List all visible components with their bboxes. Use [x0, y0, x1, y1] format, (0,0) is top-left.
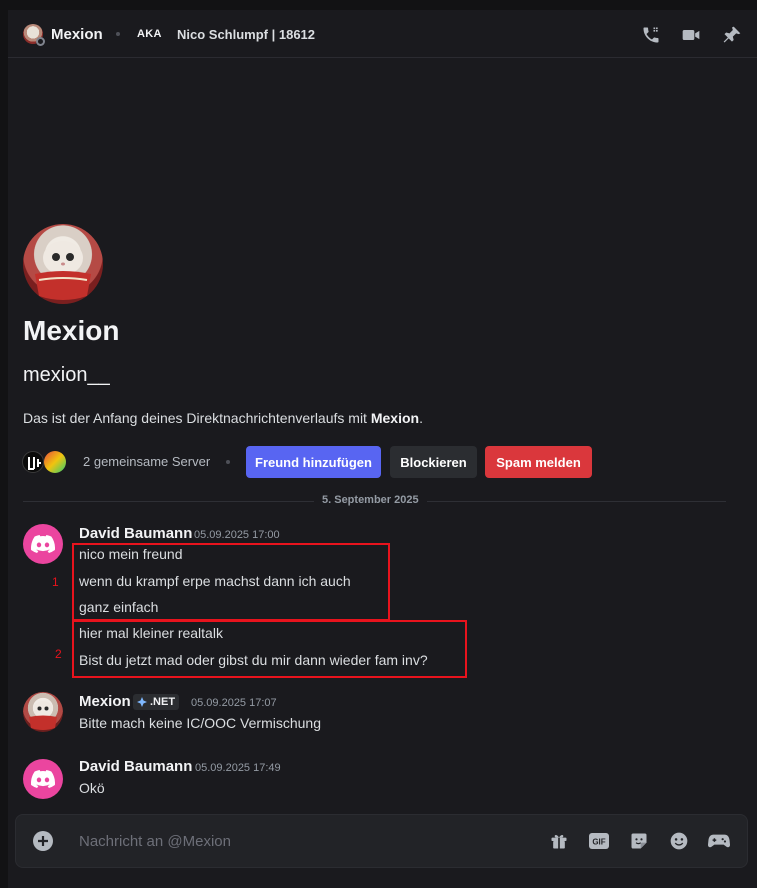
dm-start-prefix: Das ist der Anfang deines Direktnachrich… [23, 410, 371, 426]
emoji-icon[interactable] [668, 830, 690, 852]
gamepad-icon[interactable] [708, 830, 730, 852]
avatar[interactable] [23, 524, 63, 564]
annotation-box-2 [72, 620, 467, 678]
dm-start-text: Das ist der Anfang deines Direktnachrich… [23, 410, 423, 426]
aka-label: AKA [137, 28, 162, 40]
server-tag[interactable]: .NET [133, 694, 180, 710]
annotation-number-1: 1 [52, 575, 59, 589]
video-camera-icon[interactable] [680, 24, 702, 46]
message-timestamp: 05.09.2025 17:49 [195, 762, 281, 774]
message-text: Okö [79, 780, 105, 796]
server-icon-1[interactable] [22, 451, 44, 473]
avatar[interactable] [23, 759, 63, 799]
gif-label: GIF [592, 838, 605, 847]
header-username[interactable]: Mexion [51, 26, 103, 43]
window-top-strip [0, 0, 757, 10]
phone-icon[interactable] [640, 24, 662, 46]
discord-logo-icon [31, 535, 55, 553]
attach-plus-icon[interactable] [33, 831, 53, 851]
annotation-number-2: 2 [55, 647, 62, 661]
dm-start-suffix: . [419, 410, 423, 426]
profile-username: mexion__ [23, 364, 110, 386]
add-friend-button[interactable]: Freund hinzufügen [246, 446, 381, 478]
sidebar-edge [0, 10, 8, 888]
message-author[interactable]: David Baumann [79, 525, 192, 542]
channel-header: Mexion AKA Nico Schlumpf | 18612 [8, 10, 757, 58]
report-spam-button[interactable]: Spam melden [485, 446, 592, 478]
server-tag-icon [137, 697, 147, 707]
discord-logo-icon [31, 770, 55, 788]
profile-avatar[interactable] [23, 224, 103, 304]
sticker-icon[interactable] [628, 830, 650, 852]
message-author[interactable]: David Baumann [79, 758, 192, 775]
separator-dot [226, 460, 230, 464]
message-timestamp: 05.09.2025 17:00 [194, 529, 280, 541]
block-button[interactable]: Blockieren [390, 446, 477, 478]
message-timestamp: 05.09.2025 17:07 [191, 697, 277, 709]
header-alias: Nico Schlumpf | 18612 [177, 27, 316, 42]
profile-display-name: Mexion [23, 315, 120, 346]
gift-icon[interactable] [548, 830, 570, 852]
header-separator [116, 32, 120, 36]
annotation-box-1 [72, 543, 390, 621]
server-icon-2[interactable] [44, 451, 66, 473]
server-tag-label: .NET [150, 696, 176, 708]
dm-start-name: Mexion [370, 410, 420, 426]
status-indicator [36, 37, 45, 46]
avatar[interactable] [23, 692, 63, 732]
pin-icon[interactable] [721, 24, 743, 46]
message-author[interactable]: Mexion [79, 693, 131, 710]
gif-icon[interactable]: GIF [588, 830, 610, 852]
mutual-servers[interactable]: 2 gemeinsame Server [83, 454, 210, 469]
message-input[interactable] [79, 828, 529, 854]
message-text: Bitte mach keine IC/OOC Vermischung [79, 715, 321, 731]
date-divider-label: 5. September 2025 [314, 494, 427, 506]
